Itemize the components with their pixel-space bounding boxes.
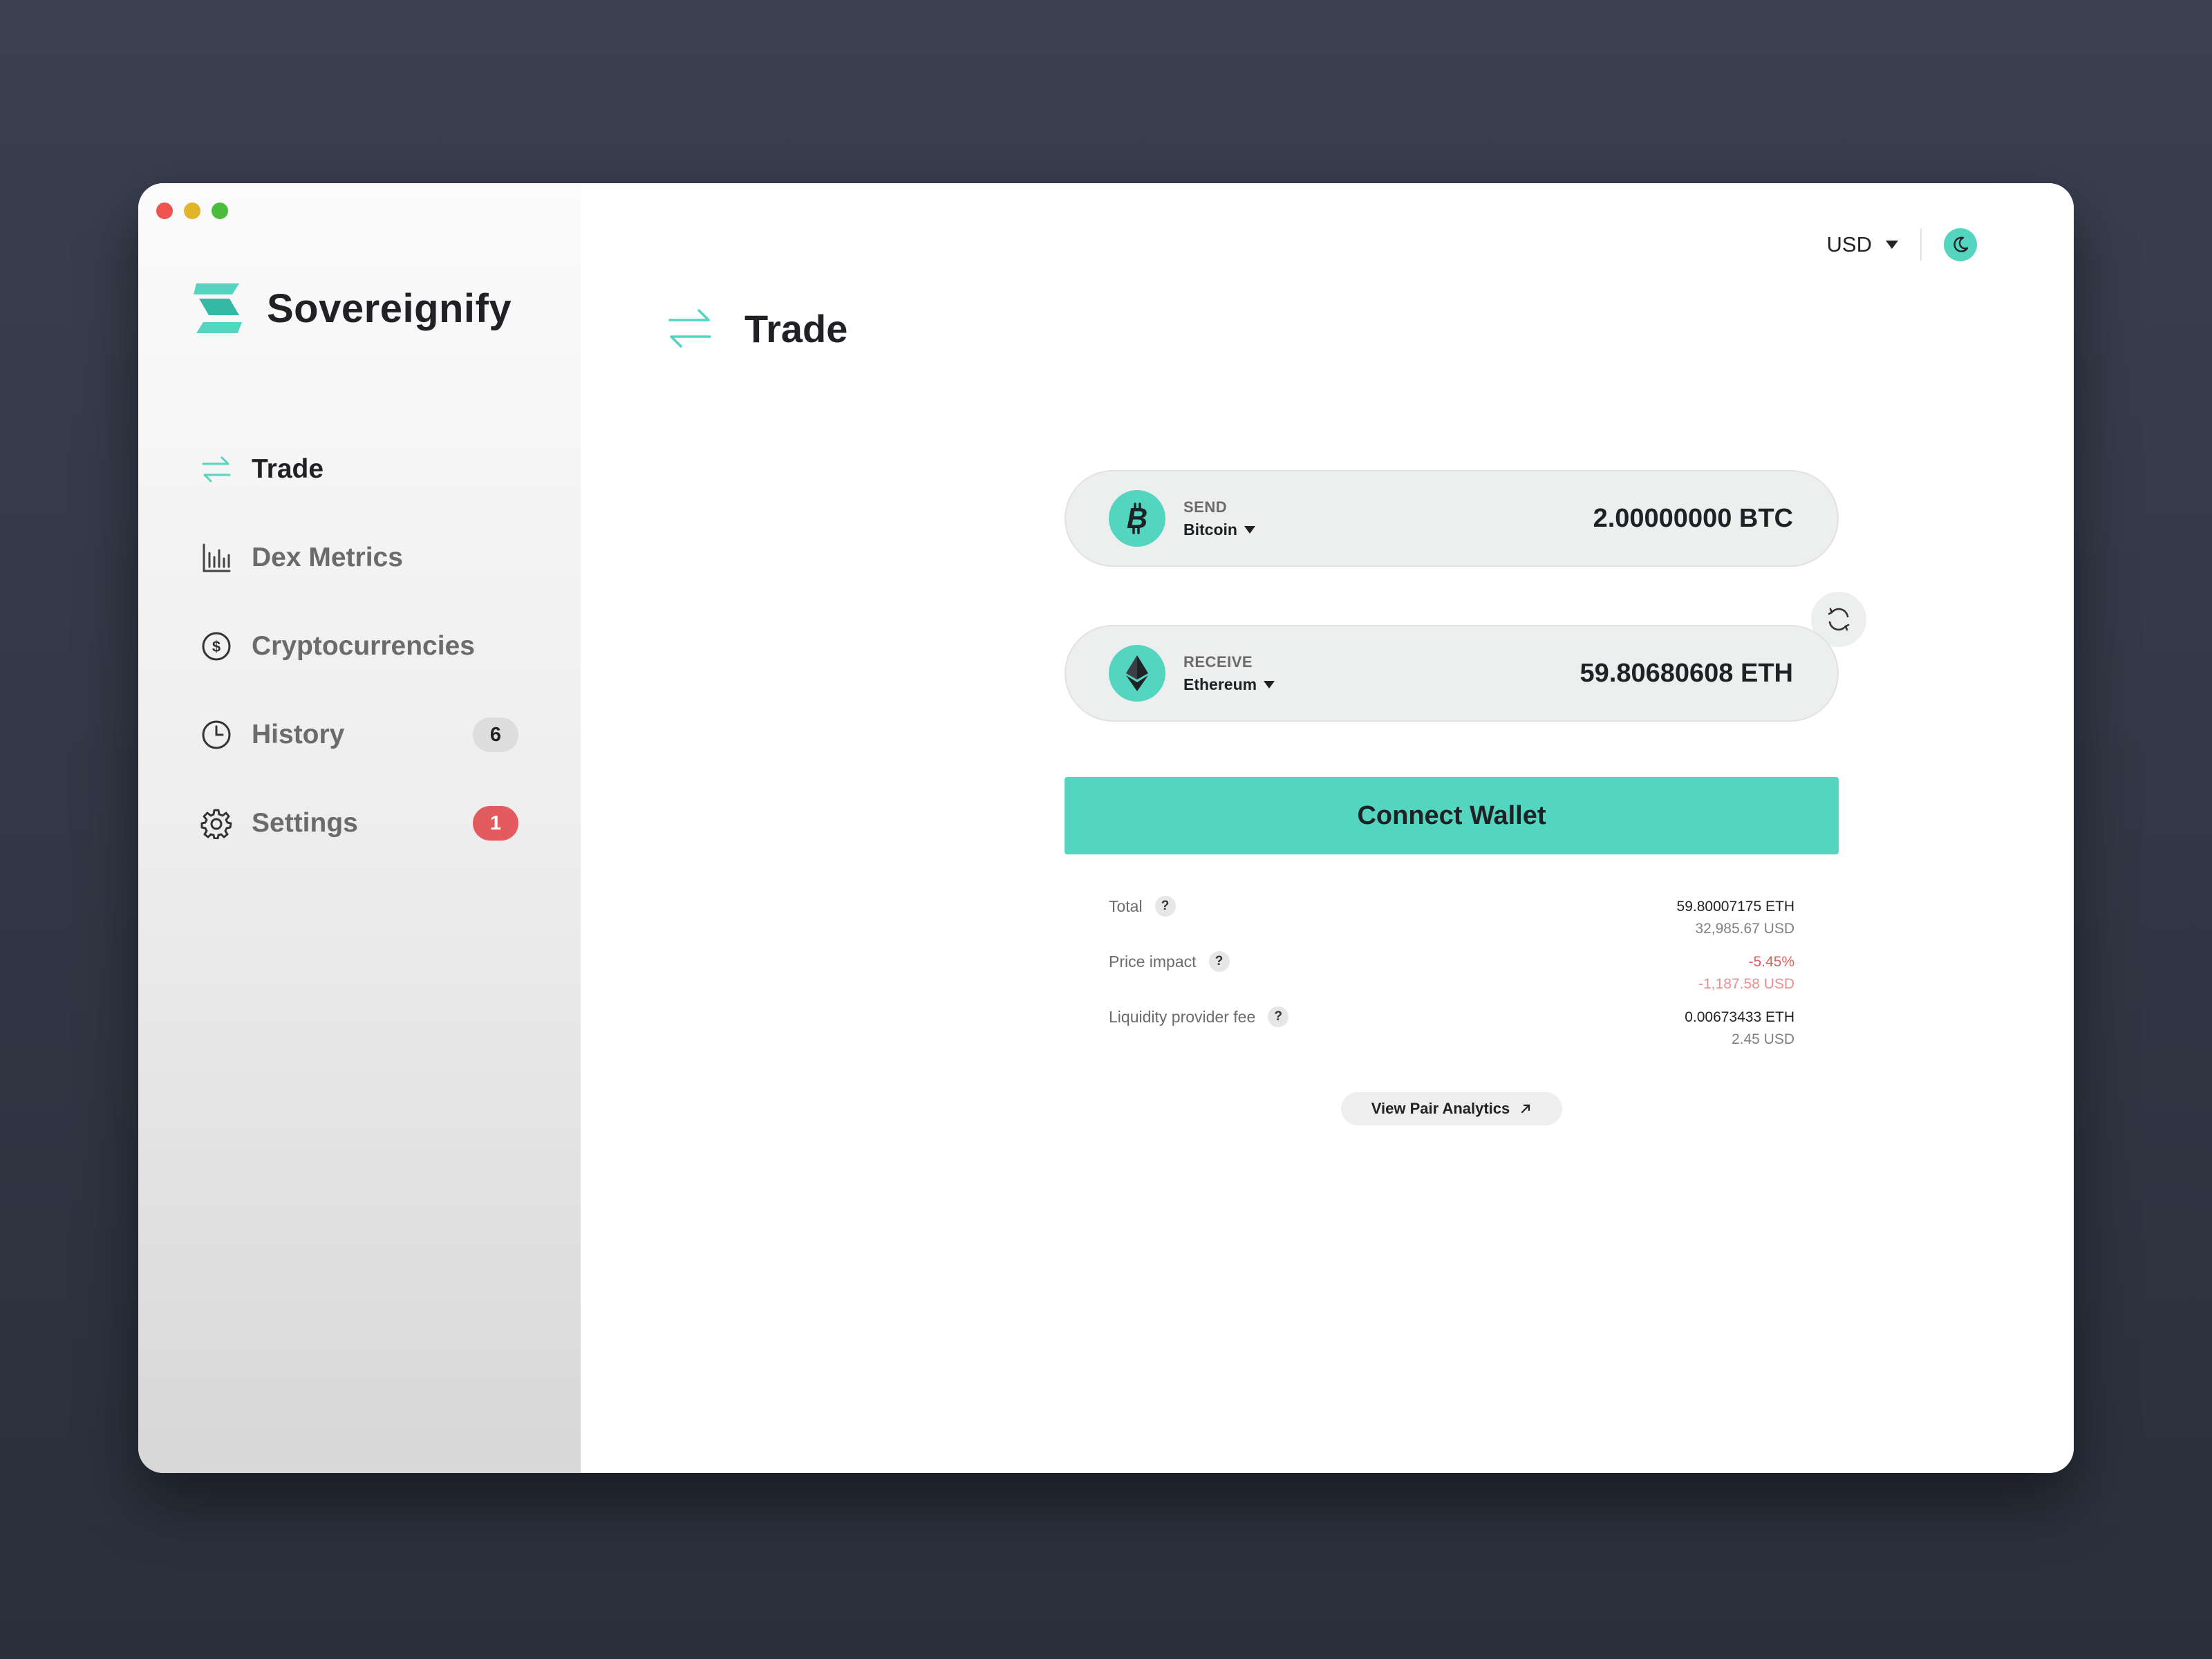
send-asset-meta: SEND Bitcoin xyxy=(1183,498,1255,539)
brand[interactable]: Sovereignify xyxy=(194,283,512,333)
external-link-icon xyxy=(1519,1103,1532,1115)
help-icon[interactable]: ? xyxy=(1268,1006,1289,1027)
currency-value: USD xyxy=(1826,232,1872,256)
receive-asset-meta: RECEIVE Ethereum xyxy=(1183,653,1275,694)
sidebar-item-history[interactable]: History 6 xyxy=(200,691,518,779)
sidebar-item-cryptocurrencies[interactable]: $ Cryptocurrencies xyxy=(200,602,518,691)
sidebar-item-label: Cryptocurrencies xyxy=(252,631,475,661)
receive-asset-name: Ethereum xyxy=(1183,675,1257,693)
detail-label: Total xyxy=(1109,897,1143,915)
send-label: SEND xyxy=(1183,498,1228,516)
sidebar-item-trade[interactable]: Trade xyxy=(200,425,518,514)
app-name: Sovereignify xyxy=(267,285,512,331)
bar-chart-icon xyxy=(200,542,232,574)
minimize-window-button[interactable] xyxy=(184,203,200,219)
topbar: USD xyxy=(1827,228,1977,261)
detail-label: Price impact xyxy=(1109,952,1197,971)
chevron-down-icon xyxy=(1264,680,1275,688)
receive-asset-select[interactable]: Ethereum xyxy=(1183,675,1275,694)
svg-text:B: B xyxy=(1127,502,1147,534)
swap-arrows-icon xyxy=(200,453,232,485)
topbar-divider xyxy=(1920,229,1922,261)
send-asset-name: Bitcoin xyxy=(1183,520,1237,538)
liquidity-fee-eth: 0.00673433 ETH xyxy=(1685,1009,1794,1025)
sidebar: Sovereignify Trade Dex Metrics $ Cryptoc… xyxy=(138,183,581,1473)
window-controls xyxy=(156,203,228,219)
sidebar-item-label: Trade xyxy=(252,454,324,484)
svg-text:$: $ xyxy=(212,638,221,655)
view-pair-analytics-button[interactable]: View Pair Analytics xyxy=(1340,1092,1563,1125)
send-asset-select[interactable]: Bitcoin xyxy=(1183,521,1255,539)
chevron-down-icon xyxy=(1886,241,1898,249)
maximize-window-button[interactable] xyxy=(212,203,228,219)
chevron-down-icon xyxy=(1244,525,1255,534)
receive-amount-value: 59.80680608 ETH xyxy=(1580,658,1793,688)
settings-alert-badge: 1 xyxy=(473,806,518,841)
sidebar-item-label: Dex Metrics xyxy=(252,543,403,572)
main-panel: USD Trade B SEND Bitcoin 2.00000000 BTC … xyxy=(581,183,2074,1473)
swap-arrows-icon xyxy=(668,309,711,348)
sidebar-nav: Trade Dex Metrics $ Cryptocurrencies His… xyxy=(200,425,518,868)
page-title: Trade xyxy=(744,306,848,350)
connect-wallet-button[interactable]: Connect Wallet xyxy=(1065,777,1839,854)
liquidity-fee-usd: 2.45 USD xyxy=(1731,1031,1794,1047)
detail-row-price-impact: Price impact ? -5.45% -1,187.58 USD xyxy=(1109,951,1794,1006)
gear-icon xyxy=(200,807,232,839)
app-window: Sovereignify Trade Dex Metrics $ Cryptoc… xyxy=(138,183,2074,1473)
send-amount-input[interactable]: 2.00000000 BTC xyxy=(1593,504,1793,534)
clock-icon xyxy=(200,719,232,751)
receive-label: RECEIVE xyxy=(1183,653,1253,671)
analytics-label: View Pair Analytics xyxy=(1371,1100,1510,1117)
dollar-circle-icon: $ xyxy=(200,630,232,662)
sovereignify-logo-icon xyxy=(194,283,242,333)
theme-toggle-button[interactable] xyxy=(1944,228,1977,261)
sidebar-item-label: History xyxy=(252,720,345,749)
price-impact-usd: -1,187.58 USD xyxy=(1698,976,1794,992)
moon-icon xyxy=(1953,236,1969,252)
sidebar-item-dex-metrics[interactable]: Dex Metrics xyxy=(200,514,518,602)
bitcoin-icon: B xyxy=(1109,490,1165,547)
send-asset-card[interactable]: B SEND Bitcoin 2.00000000 BTC xyxy=(1065,470,1839,567)
currency-select[interactable]: USD xyxy=(1827,232,1898,257)
price-impact-percent: -5.45% xyxy=(1748,954,1794,970)
detail-label: Liquidity provider fee xyxy=(1109,1007,1256,1026)
trade-details: Total ? 59.80007175 ETH 32,985.67 USD Pr… xyxy=(1109,896,1794,1062)
detail-row-total: Total ? 59.80007175 ETH 32,985.67 USD xyxy=(1109,896,1794,951)
detail-row-liquidity-fee: Liquidity provider fee ? 0.00673433 ETH … xyxy=(1109,1006,1794,1062)
receive-asset-card[interactable]: RECEIVE Ethereum 59.80680608 ETH xyxy=(1065,625,1839,722)
help-icon[interactable]: ? xyxy=(1208,951,1230,972)
total-eth-value: 59.80007175 ETH xyxy=(1676,899,1794,915)
refresh-icon xyxy=(1828,608,1850,631)
sidebar-item-settings[interactable]: Settings 1 xyxy=(200,779,518,868)
history-count-badge: 6 xyxy=(473,718,518,752)
swap-panel: B SEND Bitcoin 2.00000000 BTC RECEIVE Et… xyxy=(1065,470,1866,1125)
page-header: Trade xyxy=(667,280,847,377)
total-usd-value: 32,985.67 USD xyxy=(1695,921,1794,937)
help-icon[interactable]: ? xyxy=(1154,896,1176,917)
sidebar-item-label: Settings xyxy=(252,808,358,838)
ethereum-icon xyxy=(1109,645,1165,702)
close-window-button[interactable] xyxy=(156,203,173,219)
